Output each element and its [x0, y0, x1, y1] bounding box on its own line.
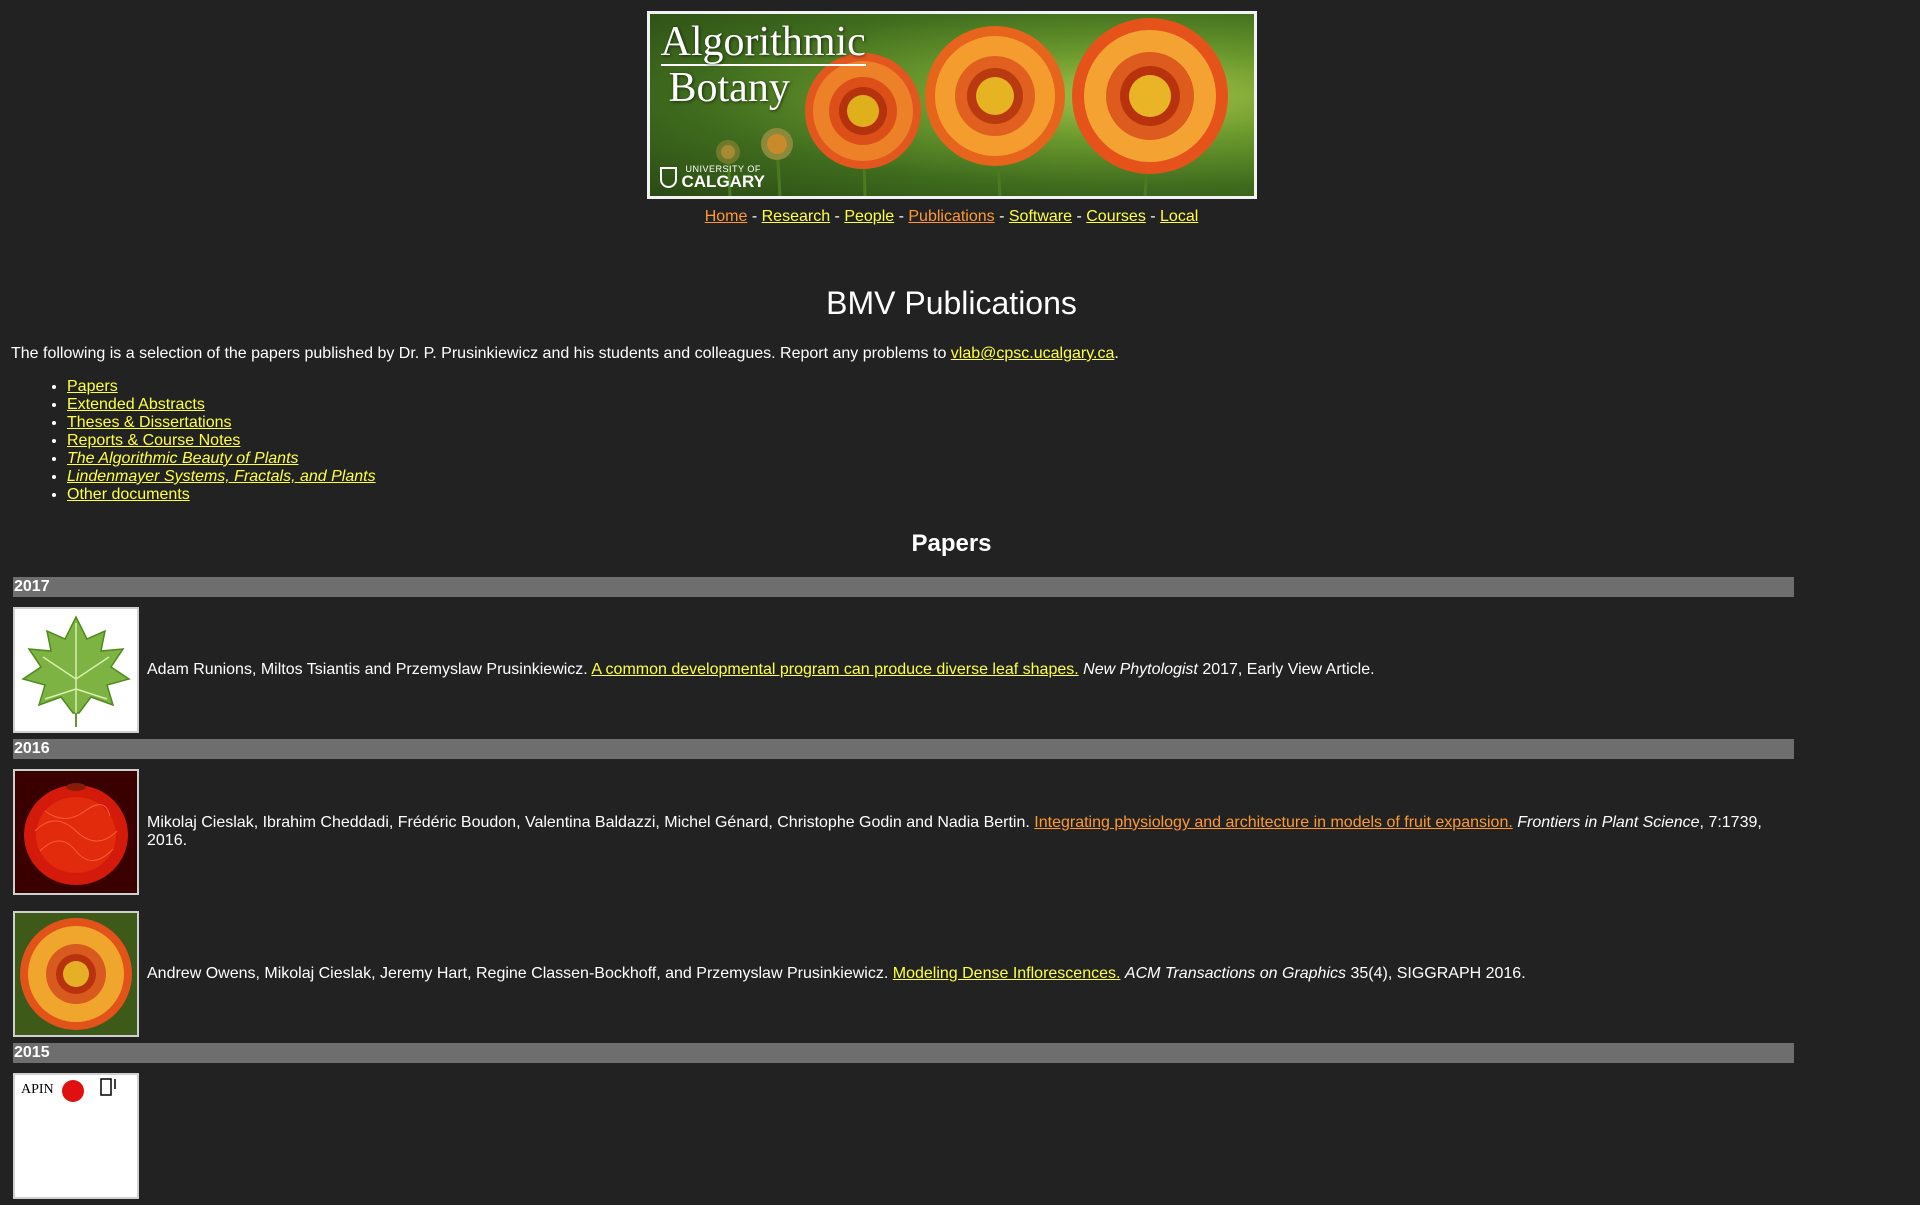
leaf-thumbnail[interactable] — [13, 607, 139, 733]
toc-link[interactable]: Lindenmayer Systems, Fractals, and Plant… — [67, 468, 376, 485]
toc-link[interactable]: Reports & Course Notes — [67, 432, 240, 449]
algorithmic-botany-banner[interactable]: Algorithmic Botany UNIVERSITY OF CALGARY — [646, 11, 1257, 199]
nav-separator: - — [1072, 208, 1087, 225]
svg-text:APIN: APIN — [21, 1082, 54, 1097]
nav-link-local[interactable]: Local — [1160, 208, 1198, 225]
publication-entry: APIN — [13, 1073, 1903, 1199]
banner-title-line2: Botany — [668, 65, 790, 111]
citation-details: 2017, Early View Article. — [1197, 661, 1375, 678]
citation: Adam Runions, Miltos Tsiantis and Przemy… — [139, 661, 1792, 679]
citation-authors: Mikolaj Cieslak, Ibrahim Cheddadi, Frédé… — [147, 814, 1035, 831]
toc-item: The Algorithmic Beauty of Plants — [67, 450, 1903, 468]
nav-separator: - — [1145, 208, 1161, 225]
intro-text: The following is a selection of the pape… — [11, 345, 951, 362]
publications-list: 2017 Adam Runions, Miltos Tsiantis and Pr… — [0, 577, 1903, 1199]
nav-separator: - — [747, 208, 762, 225]
publication-entry: Andrew Owens, Mikolaj Cieslak, Jeremy Ha… — [13, 911, 1903, 1037]
banner-title: Algorithmic Botany — [660, 19, 866, 111]
year-header-2016: 2016 — [13, 739, 1794, 759]
publication-entry: Adam Runions, Miltos Tsiantis and Przemy… — [13, 607, 1903, 733]
nav-link-people[interactable]: People — [844, 208, 894, 225]
intro-end: . — [1114, 345, 1119, 362]
toc-link[interactable]: Papers — [67, 378, 118, 395]
flower-3 — [1071, 18, 1228, 174]
papers-heading: Papers — [911, 530, 992, 557]
year-header-2017: 2017 — [13, 577, 1794, 597]
fruit-thumbnail[interactable] — [13, 769, 139, 895]
nav-link-publications[interactable]: Publications — [908, 208, 994, 225]
paper-title-link[interactable]: Modeling Dense Inflorescences. — [893, 965, 1121, 982]
contact-email-link[interactable]: vlab@cpsc.ucalgary.ca — [951, 345, 1115, 362]
toc-link[interactable]: The Algorithmic Beauty of Plants — [67, 450, 299, 467]
nav-link-software[interactable]: Software — [1009, 208, 1072, 225]
toc-link[interactable]: Extended Abstracts — [67, 396, 205, 413]
page-content: Algorithmic Botany UNIVERSITY OF CALGARY… — [0, 0, 1903, 1205]
citation-details: 35(4), SIGGRAPH 2016. — [1346, 965, 1526, 982]
nav-link-courses[interactable]: Courses — [1086, 208, 1146, 225]
citation: Mikolaj Cieslak, Ibrahim Cheddadi, Frédé… — [139, 814, 1792, 850]
shield-icon — [659, 167, 677, 188]
nav-link-home[interactable]: Home — [705, 208, 748, 225]
table-of-contents: PapersExtended AbstractsTheses & Dissert… — [0, 378, 1903, 504]
flower-thumbnail[interactable] — [13, 911, 139, 1037]
paper-title-link[interactable]: Integrating physiology and architecture … — [1034, 814, 1513, 831]
toc-link[interactable]: Theses & Dissertations — [67, 414, 232, 431]
bud-1 — [760, 128, 793, 160]
toc-item: Other documents — [67, 486, 1903, 504]
nav-separator: - — [830, 208, 845, 225]
flower-2 — [924, 26, 1065, 166]
apin-diagram-thumbnail[interactable]: APIN — [13, 1073, 139, 1199]
toc-item: Theses & Dissertations — [67, 414, 1903, 432]
bud-2 — [715, 140, 740, 164]
year-header-2015: 2015 — [13, 1043, 1794, 1063]
citation-authors: Andrew Owens, Mikolaj Cieslak, Jeremy Ha… — [147, 965, 893, 982]
citation: Andrew Owens, Mikolaj Cieslak, Jeremy Ha… — [139, 965, 1792, 983]
publication-entry: Mikolaj Cieslak, Ibrahim Cheddadi, Frédé… — [13, 769, 1903, 895]
university-logo: UNIVERSITY OF CALGARY — [659, 165, 765, 191]
toc-item: Lindenmayer Systems, Fractals, and Plant… — [67, 468, 1903, 486]
toc-item: Extended Abstracts — [67, 396, 1903, 414]
banner-title-line1: Algorithmic — [660, 19, 866, 66]
nav-separator: - — [894, 208, 909, 225]
journal-name: ACM Transactions on Graphics — [1124, 965, 1347, 982]
university-label-big: CALGARY — [681, 172, 765, 191]
nav-separator: - — [994, 208, 1009, 225]
page-title: BMV Publications — [826, 285, 1077, 321]
nav-link-research[interactable]: Research — [762, 208, 830, 225]
toc-item: Reports & Course Notes — [67, 432, 1903, 450]
journal-name: Frontiers in Plant Science — [1517, 814, 1700, 831]
citation-authors: Adam Runions, Miltos Tsiantis and Przemy… — [147, 661, 592, 678]
toc-link[interactable]: Other documents — [67, 486, 190, 503]
journal-name: New Phytologist — [1083, 661, 1198, 678]
paper-title-link[interactable]: A common developmental program can produ… — [591, 661, 1078, 678]
main-nav: Home - Research - People - Publications … — [0, 208, 1903, 226]
toc-item: Papers — [67, 378, 1903, 396]
intro-paragraph: The following is a selection of the pape… — [11, 344, 1903, 364]
